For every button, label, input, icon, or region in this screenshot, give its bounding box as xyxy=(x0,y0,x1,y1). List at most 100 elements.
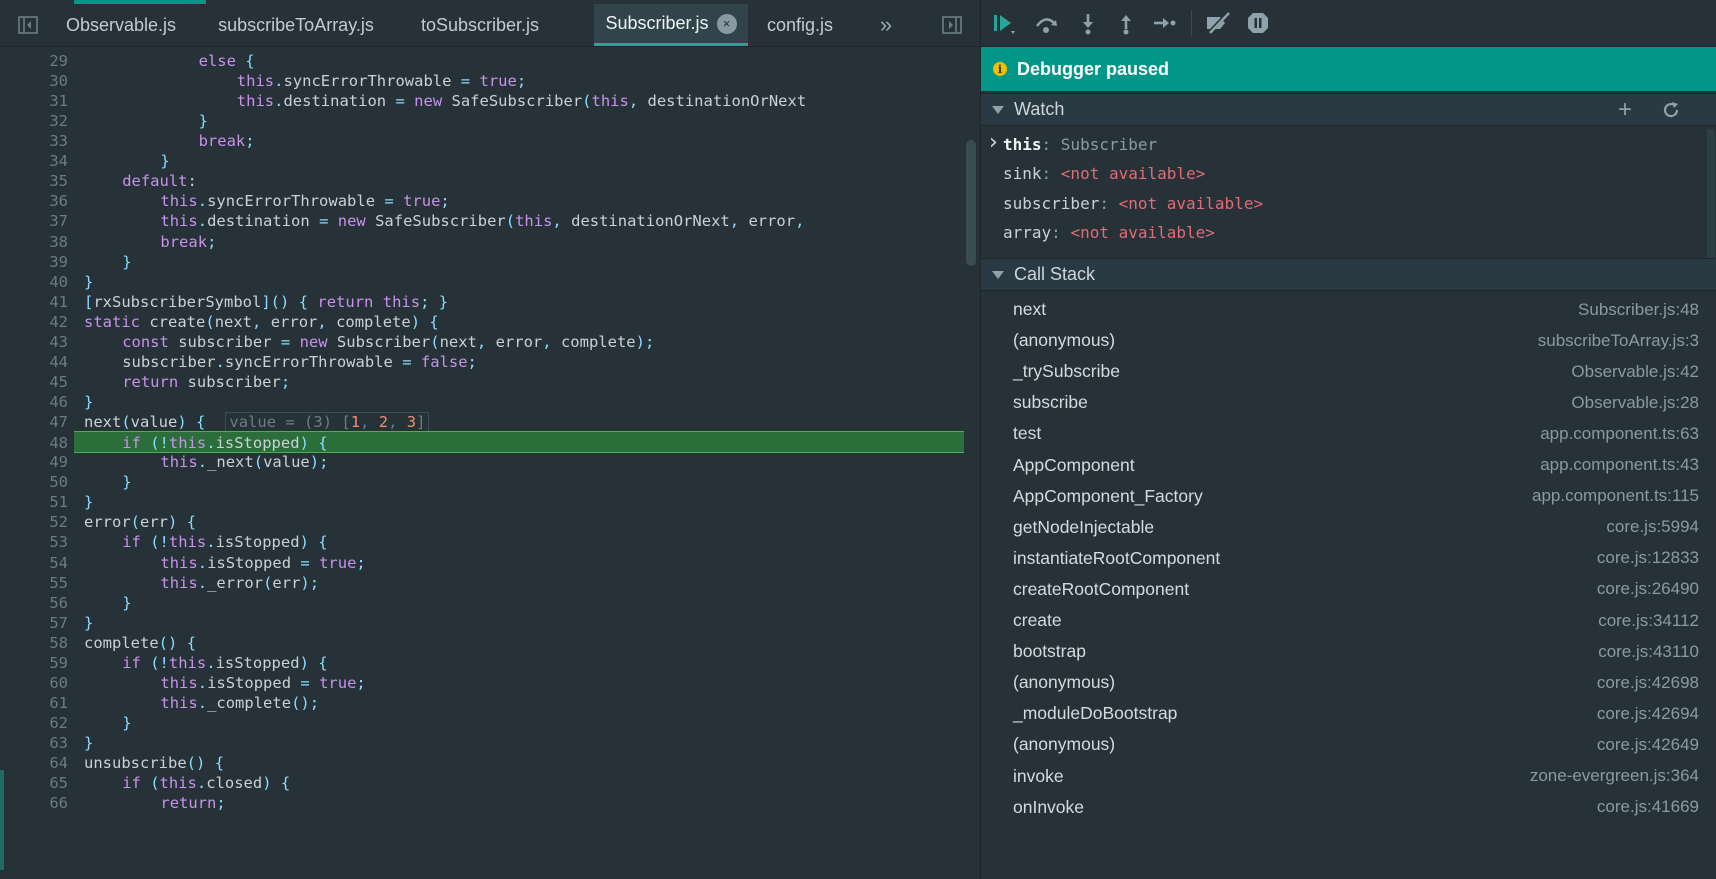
line-number[interactable]: 38 xyxy=(0,231,68,253)
step-icon[interactable] xyxy=(1149,8,1179,38)
code-line[interactable]: 38 break; xyxy=(0,231,964,253)
code-line[interactable]: 59 if (!this.isStopped) { xyxy=(0,652,964,674)
call-stack-frame[interactable]: _trySubscribe Observable.js:42 xyxy=(981,356,1716,387)
code-line[interactable]: 35 default: xyxy=(0,170,964,192)
collapse-triangle-icon[interactable] xyxy=(992,270,1004,279)
line-number[interactable]: 30 xyxy=(0,70,68,92)
line-number[interactable]: 62 xyxy=(0,712,68,734)
line-number[interactable]: 39 xyxy=(0,251,68,273)
call-stack-frame[interactable]: (anonymous) subscribeToArray.js:3 xyxy=(981,325,1716,356)
code-line[interactable]: 66 return; xyxy=(0,792,964,814)
watch-section-header[interactable]: Watch + xyxy=(981,93,1716,126)
code-line[interactable]: 33 break; xyxy=(0,130,964,152)
code-line[interactable]: 43 const subscriber = new Subscriber(next… xyxy=(0,331,964,353)
line-number[interactable]: 66 xyxy=(0,792,68,814)
add-watch-icon[interactable]: + xyxy=(1611,96,1639,124)
code-line[interactable]: 48 if (!this.isStopped) { xyxy=(49,431,964,454)
line-number[interactable]: 60 xyxy=(0,672,68,694)
line-number[interactable]: 43 xyxy=(0,331,68,353)
line-number[interactable]: 57 xyxy=(0,612,68,634)
line-number[interactable]: 61 xyxy=(0,692,68,714)
step-out-icon[interactable] xyxy=(1111,8,1141,38)
watch-item[interactable]: › this: Subscriber xyxy=(981,130,1716,160)
refresh-icon[interactable] xyxy=(1657,96,1685,124)
tab-observable[interactable]: Observable.js xyxy=(54,4,188,46)
code-line[interactable]: 55 this._error(err); xyxy=(0,572,964,594)
line-number[interactable]: 58 xyxy=(0,632,68,654)
code-line[interactable]: 34} xyxy=(0,150,964,172)
call-stack-frame[interactable]: getNodeInjectable core.js:5994 xyxy=(981,512,1716,543)
line-number[interactable]: 52 xyxy=(0,511,68,533)
code-line[interactable]: 37 this.destination = new SafeSubscriber(… xyxy=(0,210,964,232)
code-line[interactable]: 36 this.syncErrorThrowable = true; xyxy=(0,190,964,212)
line-number[interactable]: 50 xyxy=(0,471,68,493)
line-number[interactable]: 64 xyxy=(0,752,68,774)
line-number[interactable]: 42 xyxy=(0,311,68,333)
code-line[interactable]: 63} xyxy=(0,732,964,754)
line-number[interactable]: 37 xyxy=(0,210,68,232)
collapse-triangle-icon[interactable] xyxy=(992,105,1004,114)
line-number[interactable]: 51 xyxy=(0,491,68,513)
toggle-sidebar-icon[interactable] xyxy=(10,4,46,46)
code-line[interactable]: 39} xyxy=(0,251,964,273)
tab-subscriber[interactable]: Subscriber.js × xyxy=(594,4,748,46)
toggle-debugger-panel-icon[interactable] xyxy=(934,4,970,46)
tab-to-subscriber[interactable]: toSubscriber.js xyxy=(404,4,556,46)
line-number[interactable]: 65 xyxy=(0,772,68,794)
code-line[interactable]: 30 this.syncErrorThrowable = true; xyxy=(0,70,964,92)
code-line[interactable]: 65 if (this.closed) { xyxy=(0,772,964,794)
expand-arrow-icon[interactable]: › xyxy=(989,128,998,158)
code-line[interactable]: 41 [rxSubscriberSymbol]() { return this; … xyxy=(0,291,964,313)
line-number[interactable]: 59 xyxy=(0,652,68,674)
line-number[interactable]: 63 xyxy=(0,732,68,754)
code-line[interactable]: 62} xyxy=(0,712,964,734)
line-number[interactable]: 44 xyxy=(0,351,68,373)
line-number[interactable]: 32 xyxy=(0,110,68,132)
step-over-icon[interactable] xyxy=(1031,8,1061,38)
watch-item[interactable]: sink: <not available> xyxy=(981,159,1716,189)
tab-config[interactable]: config.js xyxy=(752,4,848,46)
resume-icon[interactable] xyxy=(989,8,1019,38)
code-line[interactable]: 54 this.isStopped = true; xyxy=(0,552,964,574)
code-line[interactable]: 29 else { xyxy=(0,50,964,72)
call-stack-frame[interactable]: createRootComponent core.js:26490 xyxy=(981,574,1716,605)
line-number[interactable]: 35 xyxy=(0,170,68,192)
watch-item[interactable]: subscriber: <not available> xyxy=(981,189,1716,219)
line-number[interactable]: 56 xyxy=(0,592,68,614)
code-view[interactable]: 29 else {30 this.syncErrorThrowable = true… xyxy=(0,47,964,879)
code-line[interactable]: 31 this.destination = new SafeSubscriber(… xyxy=(0,90,964,112)
line-number[interactable]: 45 xyxy=(0,371,68,393)
call-stack-frame[interactable]: (anonymous) core.js:42698 xyxy=(981,667,1716,698)
call-stack-frame[interactable]: _moduleDoBootstrap core.js:42694 xyxy=(981,698,1716,729)
call-stack-frame[interactable]: invoke zone-evergreen.js:364 xyxy=(981,761,1716,792)
step-into-icon[interactable] xyxy=(1073,8,1103,38)
code-line[interactable]: 58 complete() { xyxy=(0,632,964,654)
line-number[interactable]: 46 xyxy=(0,391,68,413)
code-line[interactable]: 45 return subscriber; xyxy=(0,371,964,393)
code-line[interactable]: 56} xyxy=(0,592,964,614)
line-number[interactable]: 53 xyxy=(0,531,68,553)
line-number[interactable]: 41 xyxy=(0,291,68,313)
call-stack-frame[interactable]: onInvoke core.js:41669 xyxy=(981,792,1716,823)
code-line[interactable]: 64 unsubscribe() { xyxy=(0,752,964,774)
code-line[interactable]: 51} xyxy=(0,491,964,513)
call-stack-frame[interactable]: bootstrap core.js:43110 xyxy=(981,636,1716,667)
code-line[interactable]: 32} xyxy=(0,110,964,132)
code-line[interactable]: 52 error(err) { xyxy=(0,511,964,533)
deactivate-breakpoints-icon[interactable] xyxy=(1203,8,1233,38)
call-stack-frame[interactable]: subscribe Observable.js:28 xyxy=(981,387,1716,418)
code-line[interactable]: 47 next(value) {value = (3) [1, 2, 3] xyxy=(0,411,964,433)
call-stack-section-header[interactable]: Call Stack xyxy=(981,258,1716,291)
code-line[interactable]: 57} xyxy=(0,612,964,634)
code-line[interactable]: 42 static create(next, error, complete) { xyxy=(0,311,964,333)
call-stack-frame[interactable]: AppComponent app.component.ts:43 xyxy=(981,450,1716,481)
code-line[interactable]: 60 this.isStopped = true; xyxy=(0,672,964,694)
code-line[interactable]: 40} xyxy=(0,271,964,293)
call-stack-frame[interactable]: instantiateRootComponent core.js:12833 xyxy=(981,543,1716,574)
line-number[interactable]: 47 xyxy=(0,411,68,433)
line-number[interactable]: 33 xyxy=(0,130,68,152)
editor-scrollbar[interactable] xyxy=(966,140,976,266)
close-tab-icon[interactable]: × xyxy=(716,13,737,34)
line-number[interactable]: 40 xyxy=(0,271,68,293)
tab-overflow-icon[interactable]: » xyxy=(868,4,904,46)
